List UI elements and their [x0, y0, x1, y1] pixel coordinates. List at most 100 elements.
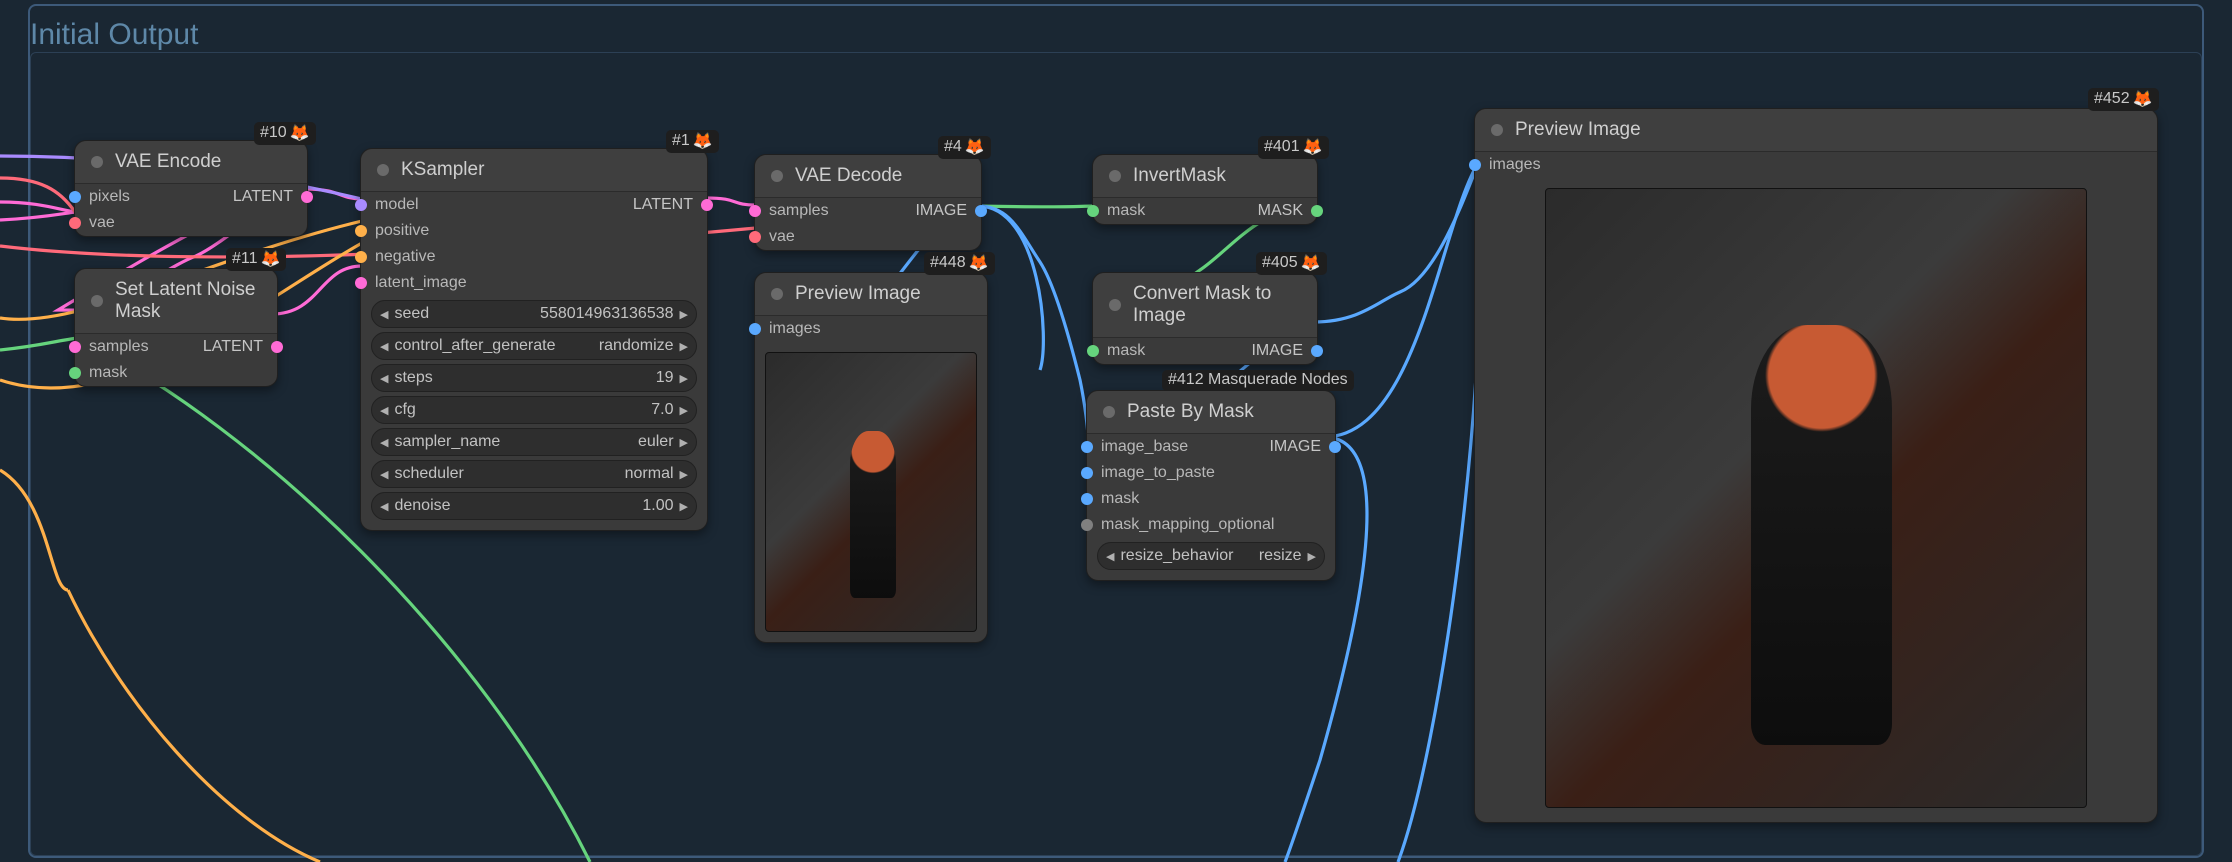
port-samples[interactable]: [69, 341, 81, 353]
widget-resize-behavior[interactable]: ◀resize_behavior resize▶: [1097, 542, 1325, 570]
arrow-left-icon[interactable]: ◀: [380, 340, 388, 353]
node-title[interactable]: Set Latent Noise Mask: [75, 269, 277, 334]
widget-denoise[interactable]: ◀denoise 1.00▶: [371, 492, 697, 520]
port-image-out[interactable]: [1311, 345, 1323, 357]
port-mask[interactable]: [69, 367, 81, 379]
port-vae[interactable]: [69, 217, 81, 229]
arrow-right-icon[interactable]: ▶: [680, 372, 688, 385]
node-tag-10: #10🦊: [254, 122, 316, 145]
node-vae-decode[interactable]: VAE Decode samples IMAGE vae: [754, 154, 982, 251]
arrow-left-icon[interactable]: ◀: [380, 468, 388, 481]
arrow-right-icon[interactable]: ▶: [680, 500, 688, 513]
port-label: negative: [375, 248, 436, 266]
node-title[interactable]: InvertMask: [1093, 155, 1317, 198]
node-preview-image-452[interactable]: Preview Image images: [1474, 108, 2158, 823]
port-label: pixels: [89, 188, 130, 206]
port-mask-out[interactable]: [1311, 205, 1323, 217]
node-invert-mask[interactable]: InvertMask mask MASK: [1092, 154, 1318, 225]
arrow-right-icon[interactable]: ▶: [680, 436, 688, 449]
fox-icon: 🦊: [290, 123, 310, 143]
arrow-right-icon[interactable]: ▶: [1308, 550, 1316, 563]
port-label: image_to_paste: [1101, 464, 1215, 482]
widget-sampler-name[interactable]: ◀sampler_name euler▶: [371, 428, 697, 456]
arrow-left-icon[interactable]: ◀: [380, 308, 388, 321]
node-title-text: Convert Mask to Image: [1133, 283, 1271, 326]
arrow-left-icon[interactable]: ◀: [380, 372, 388, 385]
port-positive[interactable]: [355, 225, 367, 237]
node-title-text: Paste By Mask: [1127, 401, 1254, 422]
port-mask-in[interactable]: [1087, 205, 1099, 217]
port-label: mask: [1107, 202, 1145, 220]
arrow-right-icon[interactable]: ▶: [680, 468, 688, 481]
port-images[interactable]: [1469, 159, 1481, 171]
widget-steps[interactable]: ◀steps 19▶: [371, 364, 697, 392]
node-title[interactable]: VAE Encode: [75, 141, 307, 184]
widget-seed[interactable]: ◀seed 558014963136538▶: [371, 300, 697, 328]
fox-icon: 🦊: [969, 253, 989, 273]
widget-cfg[interactable]: ◀cfg 7.0▶: [371, 396, 697, 424]
node-title-text: Set Latent Noise Mask: [115, 279, 255, 322]
port-label: positive: [375, 222, 429, 240]
node-vae-encode[interactable]: VAE Encode pixels LATENT vae: [74, 140, 308, 237]
port-label: latent_image: [375, 274, 467, 292]
node-preview-image-448[interactable]: Preview Image images: [754, 272, 988, 643]
arrow-left-icon[interactable]: ◀: [380, 500, 388, 513]
collapse-icon[interactable]: [771, 170, 783, 182]
node-title[interactable]: Convert Mask to Image: [1093, 273, 1317, 338]
port-images[interactable]: [749, 323, 761, 335]
port-model[interactable]: [355, 199, 367, 211]
port-latent-image[interactable]: [355, 277, 367, 289]
node-title[interactable]: Paste By Mask: [1087, 391, 1335, 434]
node-title[interactable]: Preview Image: [755, 273, 987, 316]
fox-icon: 🦊: [1303, 137, 1323, 157]
port-mask-mapping-optional[interactable]: [1081, 519, 1093, 531]
node-title[interactable]: KSampler: [361, 149, 707, 192]
collapse-icon[interactable]: [1109, 299, 1121, 311]
collapse-icon[interactable]: [91, 156, 103, 168]
fox-icon: 🦊: [261, 249, 281, 269]
arrow-left-icon[interactable]: ◀: [1106, 550, 1114, 563]
port-latent-out[interactable]: [701, 199, 713, 211]
node-ksampler[interactable]: KSampler model LATENT positive negative …: [360, 148, 708, 531]
collapse-icon[interactable]: [1491, 124, 1503, 136]
collapse-icon[interactable]: [1109, 170, 1121, 182]
node-convert-mask-to-image[interactable]: Convert Mask to Image mask IMAGE: [1092, 272, 1318, 365]
port-negative[interactable]: [355, 251, 367, 263]
arrow-right-icon[interactable]: ▶: [680, 308, 688, 321]
collapse-icon[interactable]: [91, 295, 103, 307]
node-set-latent-noise-mask[interactable]: Set Latent Noise Mask samples LATENT mas…: [74, 268, 278, 387]
port-label: MASK: [1258, 202, 1303, 220]
port-image-out[interactable]: [975, 205, 987, 217]
port-image-out[interactable]: [1329, 441, 1341, 453]
node-paste-by-mask[interactable]: Paste By Mask image_base IMAGE image_to_…: [1086, 390, 1336, 581]
port-mask-in[interactable]: [1087, 345, 1099, 357]
collapse-icon[interactable]: [1103, 406, 1115, 418]
port-label: LATENT: [233, 188, 293, 206]
port-image-base[interactable]: [1081, 441, 1093, 453]
port-pixels[interactable]: [69, 191, 81, 203]
port-label: images: [769, 320, 821, 338]
collapse-icon[interactable]: [377, 164, 389, 176]
arrow-left-icon[interactable]: ◀: [380, 436, 388, 449]
node-title[interactable]: VAE Decode: [755, 155, 981, 198]
widget-scheduler[interactable]: ◀scheduler normal▶: [371, 460, 697, 488]
port-latent-out[interactable]: [301, 191, 313, 203]
node-title[interactable]: Preview Image: [1475, 109, 2157, 152]
collapse-icon[interactable]: [771, 288, 783, 300]
port-label: mask: [1101, 490, 1139, 508]
port-label: IMAGE: [1269, 438, 1321, 456]
port-vae[interactable]: [749, 231, 761, 243]
widget-value: 558014963136538: [540, 305, 673, 323]
port-latent-out[interactable]: [271, 341, 283, 353]
widget-value: randomize: [599, 337, 674, 355]
port-samples[interactable]: [749, 205, 761, 217]
arrow-right-icon[interactable]: ▶: [680, 404, 688, 417]
port-image-to-paste[interactable]: [1081, 467, 1093, 479]
arrow-right-icon[interactable]: ▶: [680, 340, 688, 353]
arrow-left-icon[interactable]: ◀: [380, 404, 388, 417]
port-mask[interactable]: [1081, 493, 1093, 505]
preview-thumbnail: [765, 352, 977, 632]
node-tag-1: #1🦊: [666, 130, 719, 153]
widget-control-after-generate[interactable]: ◀control_after_generate randomize▶: [371, 332, 697, 360]
node-title-text: Preview Image: [795, 283, 921, 304]
